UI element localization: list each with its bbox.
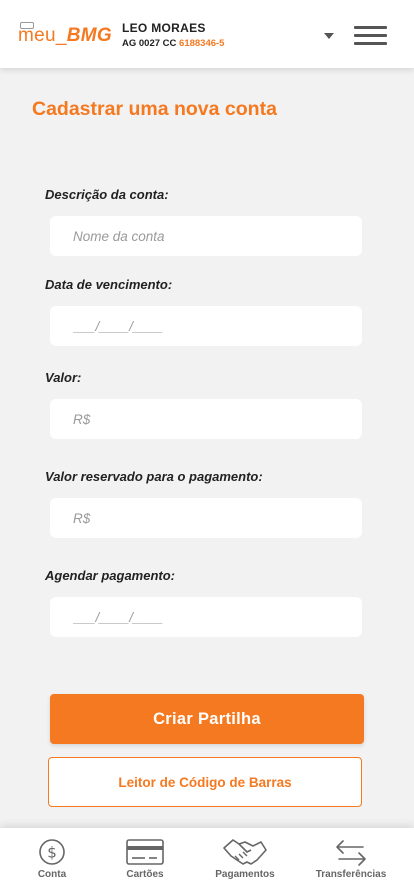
create-share-button[interactable]: Criar Partilha — [50, 694, 364, 744]
user-name: LEO MORAES — [122, 21, 206, 35]
handshake-icon — [223, 839, 267, 865]
bottom-nav: $ Conta Cartões Pagamentos Transferência… — [0, 828, 414, 896]
nav-label-conta: Conta — [37, 869, 67, 880]
schedule-payment-label: Agendar pagamento: — [45, 568, 176, 583]
description-label: Descrição da conta: — [45, 187, 169, 202]
value-label: Valor: — [45, 370, 82, 385]
nav-item-pagamentos[interactable]: Pagamentos — [195, 828, 295, 896]
transfer-arrows-icon — [336, 840, 366, 866]
nav-label-cartoes: Cartões — [126, 869, 164, 880]
value-input[interactable] — [50, 399, 362, 439]
svg-text:$: $ — [47, 844, 57, 862]
logo-meu: meu_ — [18, 25, 67, 46]
logo-text: meu_BMG — [18, 26, 112, 46]
account-dropdown-icon[interactable] — [324, 33, 334, 39]
meu-bmg-logo[interactable]: meu_BMG — [18, 22, 112, 48]
nav-item-transferencias[interactable]: Transferências — [301, 828, 401, 896]
dollar-circle-icon: $ — [39, 839, 65, 865]
page-title: Cadastrar uma nova conta — [32, 98, 277, 120]
logo-bmg: BMG — [66, 25, 112, 46]
account-info: AG 0027 CC 6188346-5 — [122, 38, 224, 49]
reserved-value-label: Valor reservado para o pagamento: — [45, 469, 263, 484]
schedule-payment-input[interactable] — [50, 597, 362, 637]
agency-label: AG 0027 CC — [122, 38, 180, 49]
app-header: meu_BMG LEO MORAES AG 0027 CC 6188346-5 — [0, 0, 414, 68]
nav-item-conta[interactable]: $ Conta — [2, 828, 102, 896]
due-date-label: Data de vencimento: — [45, 277, 173, 292]
description-input[interactable] — [50, 216, 362, 256]
reserved-value-input[interactable] — [50, 498, 362, 538]
due-date-input[interactable] — [50, 306, 362, 346]
hamburger-menu-icon[interactable] — [354, 26, 388, 46]
credit-card-icon — [126, 839, 164, 865]
nav-label-pagamentos: Pagamentos — [215, 869, 275, 880]
nav-item-cartoes[interactable]: Cartões — [95, 828, 195, 896]
account-number: 6188346-5 — [179, 38, 225, 49]
barcode-reader-button[interactable]: Leitor de Código de Barras — [48, 757, 362, 807]
nav-label-transferencias: Transferências — [315, 869, 387, 880]
